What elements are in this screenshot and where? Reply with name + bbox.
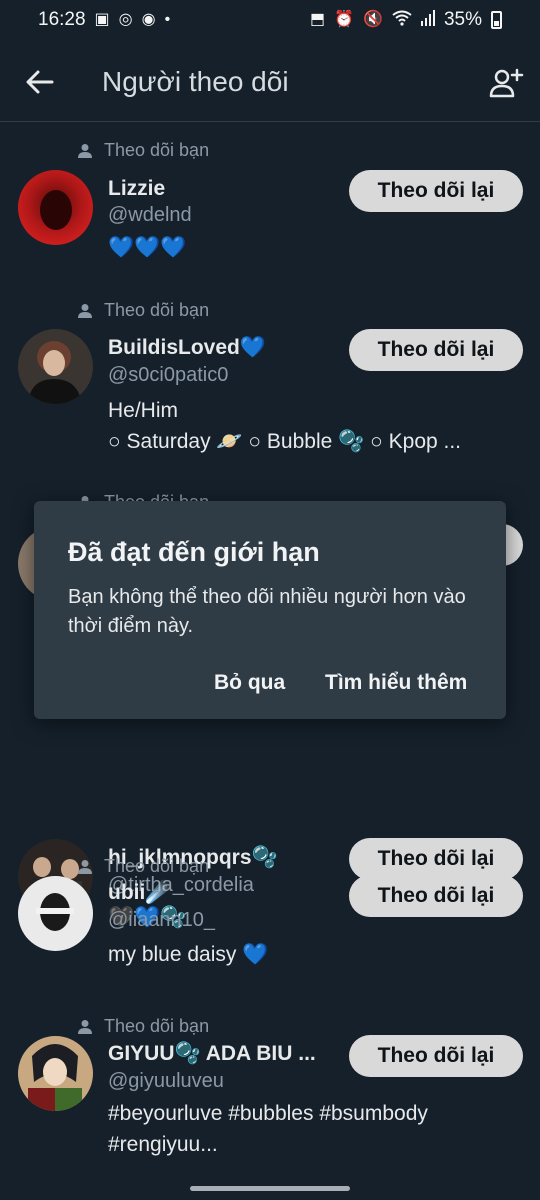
add-user-button[interactable] (488, 66, 524, 102)
bio-line: ○ Saturday 🪐 ○ Bubble 🫧 ○ Kpop ... (108, 430, 462, 453)
follows-you-label: Theo dõi bạn (104, 856, 210, 876)
follower-handle[interactable]: @giyuuluveu (108, 1070, 224, 1093)
follower-name[interactable]: GIYUU🫧 ADA BIU ... (108, 1042, 316, 1066)
person-icon (78, 143, 92, 158)
dismiss-button[interactable]: Bỏ qua (214, 671, 285, 695)
list-item[interactable]: Theo dõi bạn Lizzie @wdelnd 💙💙💙 Theo dõi… (0, 124, 540, 284)
follower-handle[interactable]: @iiaann10_ (108, 909, 215, 932)
follower-name[interactable]: BuildisLoved💙 (108, 336, 266, 360)
learn-more-button[interactable]: Tìm hiểu thêm (325, 671, 467, 695)
dialog-message: Bạn không thể theo dõi nhiều người hơn v… (68, 586, 466, 637)
follower-handle[interactable]: @wdelnd (108, 204, 192, 227)
follower-handle[interactable]: @s0ci0patic0 (108, 364, 228, 387)
wifi-icon (392, 10, 412, 30)
list-item[interactable]: Theo dõi bạn BuildisLoved💙 @s0ci0patic0 … (0, 284, 540, 474)
follow-back-button[interactable]: Theo dõi lại (349, 1035, 523, 1077)
follows-you-label: Theo dõi bạn (104, 300, 210, 320)
follow-back-button[interactable]: Theo dõi lại (349, 170, 523, 212)
messenger-icon: ◉ (141, 11, 156, 28)
header: Người theo dõi (0, 44, 540, 122)
alarm-icon: ⏰ (334, 11, 355, 28)
follows-you-indicator: Theo dõi bạn (78, 1016, 209, 1037)
limit-reached-dialog: Đã đạt đến giới hạn Bạn không thể theo d… (34, 501, 506, 719)
follows-you-indicator: Theo dõi bạn (78, 300, 209, 321)
follower-bio: my blue daisy 💙 (108, 939, 518, 970)
person-icon (78, 1019, 92, 1034)
bio-line: He/Him (108, 399, 179, 422)
page-title: Người theo dõi (102, 66, 289, 97)
gallery-icon: ▣ (94, 11, 110, 28)
dialog-title: Đã đạt đến giới hạn (68, 537, 320, 567)
status-time: 16:28 (38, 9, 86, 30)
mute-icon: 🔇 (363, 11, 383, 28)
avatar[interactable] (18, 876, 93, 951)
bio-line: #beyourluve #bubbles #bsumbody (108, 1102, 428, 1125)
avatar[interactable] (18, 1036, 93, 1111)
instagram-icon: ◎ (118, 11, 133, 28)
data-saver-icon: ⬒ (310, 11, 326, 28)
status-bar: 16:28 ▣ ◎ ◉ • ⬒ ⏰ 🔇 35% (0, 0, 540, 40)
person-icon (78, 303, 92, 318)
dot-icon: • (164, 11, 171, 28)
battery-percent: 35% (443, 9, 482, 30)
follows-you-label: Theo dõi bạn (104, 1016, 210, 1036)
bio-line: #rengiyuu... (108, 1133, 218, 1156)
list-item[interactable]: Theo dõi bạn ubii☄️ @iiaann10_ my blue d… (0, 840, 540, 1000)
follower-bio: 💙💙💙 (108, 232, 518, 263)
follower-name[interactable]: ubii☄️ (108, 881, 171, 905)
follower-bio: He/Him ○ Saturday 🪐 ○ Bubble 🫧 ○ Kpop ..… (108, 395, 518, 457)
follower-bio: #beyourluve #bubbles #bsumbody #rengiyuu… (108, 1098, 518, 1160)
follow-back-button[interactable]: Theo dõi lại (349, 875, 523, 917)
person-icon (78, 859, 92, 874)
avatar[interactable] (18, 329, 93, 404)
follows-you-indicator: Theo dõi bạn (78, 856, 209, 877)
follow-back-button[interactable]: Theo dõi lại (349, 329, 523, 371)
follower-name[interactable]: Lizzie (108, 177, 165, 201)
list-item[interactable]: Theo dõi bạn GIYUU🫧 ADA BIU ... @giyuulu… (0, 1000, 540, 1200)
back-arrow-icon (26, 70, 54, 94)
follows-you-indicator: Theo dõi bạn (78, 140, 209, 161)
follows-you-label: Theo dõi bạn (104, 140, 210, 160)
add-user-icon (489, 68, 524, 98)
back-button[interactable] (22, 64, 58, 100)
battery-icon (491, 11, 502, 29)
home-indicator[interactable] (190, 1186, 350, 1191)
bio-line: 💙💙💙 (108, 236, 187, 259)
signal-icon (420, 10, 435, 30)
avatar[interactable] (18, 170, 93, 245)
bio-line: my blue daisy 💙 (108, 943, 269, 966)
